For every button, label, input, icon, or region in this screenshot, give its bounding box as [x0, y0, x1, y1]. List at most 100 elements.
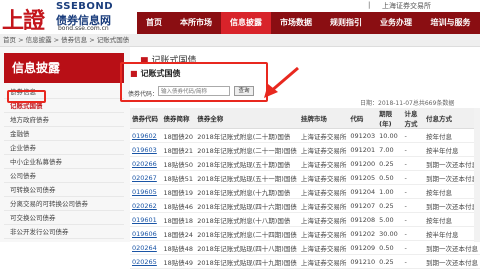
- table-cell: 2018年记账式贴现(四十九期)国债: [195, 254, 299, 269]
- table-cell: 0.25: [377, 198, 403, 213]
- sidebar-item-exchangeable[interactable]: 可交换公司债券: [4, 211, 124, 225]
- sidebar-item-local-gov[interactable]: 地方政府债券: [4, 113, 124, 127]
- table-cell: 091210: [348, 254, 378, 269]
- table-cell: 2018年记账式附息(二十期)国债: [195, 128, 299, 143]
- table-cell: 2018年记账式贴现(四十六期)国债: [195, 198, 299, 213]
- table-cell: -: [402, 128, 424, 143]
- bond-code-link[interactable]: 019601: [130, 212, 162, 227]
- search-label: 债券代码：: [128, 91, 159, 98]
- sidebar-item-separable-convertible[interactable]: 分离交易的可转换公司债券: [4, 197, 124, 211]
- table-cell: 到期一次还本付息: [424, 254, 480, 269]
- scrollbar[interactable]: [474, 108, 480, 242]
- sidebar-annotation-box: [7, 90, 46, 103]
- table-cell: 091207: [348, 198, 378, 213]
- table-cell: 10.00: [377, 128, 403, 143]
- bond-code-link[interactable]: 020266: [130, 156, 162, 171]
- table-cell: 18国债20: [161, 128, 196, 143]
- col-header: 挂牌市场: [298, 108, 349, 129]
- bond-code-link[interactable]: 020267: [130, 170, 162, 185]
- bond-code-link[interactable]: 019602: [130, 128, 162, 143]
- bond-code-link[interactable]: 020264: [130, 240, 162, 255]
- sidebar-item-convertible[interactable]: 可转换公司债券: [4, 183, 124, 197]
- bond-code-link[interactable]: 019605: [130, 184, 162, 199]
- sse-link[interactable]: 上海证券交易所: [382, 1, 431, 11]
- table-cell: 上海证券交易所: [298, 226, 349, 241]
- table-cell: 2018年记账式附息(十九期)国债: [195, 184, 299, 199]
- search-input[interactable]: 输入债券代码/简称: [158, 86, 230, 96]
- table-row[interactable]: 019602 18国债20 2018年记账式附息(二十期)国债 上海证券交易所 0912…: [130, 128, 480, 143]
- table-cell: 上海证券交易所: [298, 142, 349, 157]
- sidebar-item-enterprise[interactable]: 企业债券: [4, 141, 124, 155]
- table-cell: 2018年记账式附息(二十四期)国债: [195, 226, 299, 241]
- sidebar: 信息披露 债券信息 记账式国债 地方政府债券 金融债 企业债券 中小企业私募债券…: [0, 47, 130, 242]
- search-panel-title: ■ 记账式国债: [130, 68, 181, 79]
- table-cell: 18贴债50: [161, 156, 196, 171]
- bond-code-link[interactable]: 020265: [130, 254, 162, 269]
- table-cell: 按年付息: [424, 128, 480, 143]
- table-cell: 18国债21: [161, 142, 196, 157]
- table-cell: 0.50: [377, 240, 403, 255]
- data-date-count: 日期：2018-11-07总共669条数据: [360, 100, 455, 107]
- table-row[interactable]: 020262 18贴债46 2018年记账式贴现(四十六期)国债 上海证券交易所 091…: [130, 198, 480, 213]
- bond-code-link[interactable]: 019606: [130, 226, 162, 241]
- table-cell: 按半年付息: [424, 226, 480, 241]
- table-cell: 091201: [348, 142, 378, 157]
- table-cell: 上海证券交易所: [298, 198, 349, 213]
- table-cell: -: [402, 240, 424, 255]
- table-cell: 0.50: [377, 170, 403, 185]
- table-row[interactable]: 020267 18贴债51 2018年记账式贴现(五十一期)国债 上海证券交易所 091…: [130, 170, 480, 185]
- table-cell: 上海证券交易所: [298, 170, 349, 185]
- table-cell: -: [402, 184, 424, 199]
- table-cell: 091204: [348, 184, 378, 199]
- table-cell: 到期一次还本付息: [424, 156, 480, 171]
- table-row[interactable]: 019606 18国债24 2018年记账式附息(二十四期)国债 上海证券交易所 091…: [130, 226, 480, 241]
- bond-code-link[interactable]: 020262: [130, 198, 162, 213]
- top-separator: |: [368, 1, 371, 9]
- col-header: 债券全称: [195, 108, 299, 129]
- site-logo[interactable]: 上證 SSEBOND 债券信息网 bond.sse.com.cn: [0, 0, 130, 34]
- table-row[interactable]: 020264 18贴债48 2018年记账式贴现(四十八期)国债 上海证券交易所 091…: [130, 240, 480, 255]
- table-cell: 1.00: [377, 184, 403, 199]
- logo-cn-text: 上證: [2, 8, 45, 34]
- logo-url-text: bond.sse.com.cn: [58, 25, 109, 32]
- nav-training[interactable]: 培训与服务: [421, 12, 480, 34]
- sidebar-item-non-public[interactable]: 非公开发行公司债券: [4, 225, 124, 239]
- sidebar-item-sme-private[interactable]: 中小企业私募债券: [4, 155, 124, 169]
- table-cell: 2018年记账式附息(二十一期)国债: [195, 142, 299, 157]
- table-row[interactable]: 019605 18国债19 2018年记账式附息(十九期)国债 上海证券交易所 0912…: [130, 184, 480, 199]
- nav-disclosure[interactable]: 信息披露: [221, 12, 271, 34]
- table-cell: 091200: [348, 156, 378, 171]
- nav-business[interactable]: 业务办理: [371, 12, 421, 34]
- table-cell: -: [402, 142, 424, 157]
- table-cell: 按年付息: [424, 212, 480, 227]
- table-cell: 18贴债51: [161, 170, 196, 185]
- table-row[interactable]: 019601 18国债18 2018年记账式附息(十八期)国债 上海证券交易所 0912…: [130, 212, 480, 227]
- table-cell: 2018年记账式贴现(四十八期)国债: [195, 240, 299, 255]
- sidebar-item-corporate[interactable]: 公司债券: [4, 169, 124, 183]
- search-button[interactable]: 查询: [234, 86, 254, 96]
- table-cell: -: [402, 170, 424, 185]
- table-cell: 上海证券交易所: [298, 240, 349, 255]
- table-cell: 18国债19: [161, 184, 196, 199]
- bond-code-link[interactable]: 019603: [130, 142, 162, 157]
- table-cell: 30.00: [377, 226, 403, 241]
- nav-home[interactable]: 首页: [137, 12, 171, 34]
- sidebar-title: 信息披露: [4, 53, 124, 83]
- table-row[interactable]: 019603 18国债21 2018年记账式附息(二十一期)国债 上海证券交易所 091…: [130, 142, 480, 157]
- table-cell: 7.00: [377, 142, 403, 157]
- table-cell: -: [402, 254, 424, 269]
- table-cell: 上海证券交易所: [298, 212, 349, 227]
- table-cell: 18国债18: [161, 212, 196, 227]
- table-header-row: 债券代码 债券简称 债券全称 挂牌市场 代码 期限(年) 计息方式 付息方式: [130, 108, 480, 129]
- sidebar-item-financial[interactable]: 金融债: [4, 127, 124, 141]
- table-cell: 上海证券交易所: [298, 128, 349, 143]
- nav-rules[interactable]: 规则指引: [321, 12, 371, 34]
- table-row[interactable]: 020265 18贴债49 2018年记账式贴现(四十九期)国债 上海证券交易所 091…: [130, 254, 480, 269]
- table-cell: 18国债24: [161, 226, 196, 241]
- table-cell: 2018年记账式贴现(五十一期)国债: [195, 170, 299, 185]
- table-cell: 091203: [348, 128, 378, 143]
- nav-market[interactable]: 本所市场: [171, 12, 221, 34]
- logo-en-text: SSEBOND: [56, 1, 114, 12]
- nav-market-data[interactable]: 市场数据: [271, 12, 321, 34]
- table-row[interactable]: 020266 18贴债50 2018年记账式贴现(五十期)国债 上海证券交易所 0912…: [130, 156, 480, 171]
